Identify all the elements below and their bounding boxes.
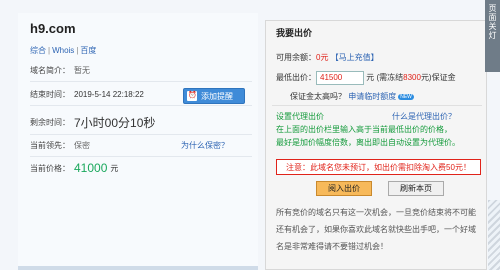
bottom-divider <box>18 266 258 270</box>
balance-line: 可用余额：0元 【马上充值】 <box>276 52 379 63</box>
price-label: 当前价格： <box>30 163 70 173</box>
proxy-desc-1: 在上面的出价栏里输入高于当前最低出价的价格， <box>276 125 452 134</box>
side-tab-char: 灯 <box>488 31 497 40</box>
domain-links: 综合 | Whois | 百度 <box>30 45 96 56</box>
current-price: 41000 <box>74 161 108 175</box>
refresh-button[interactable]: 刷新本页 <box>388 181 444 196</box>
leader-value: 保密 <box>74 141 90 150</box>
balance-label: 可用余额： <box>276 53 316 62</box>
link-separator: | <box>76 46 79 55</box>
clock-icon: ⏰ <box>187 91 197 101</box>
row-price: 当前价格： 41000 元 <box>30 157 252 179</box>
freeze-value: 8300 <box>403 73 421 83</box>
auction-note: 所有竞价的域名只有这一次机会，一旦竞价结束将不可能还有机会了，如果你喜欢此域名就… <box>276 208 476 251</box>
end-time-label: 结束时间： <box>30 90 70 99</box>
temp-quota-link[interactable]: 申请临时额度 <box>348 92 396 101</box>
deposit-question: 保证金太高吗？ <box>290 92 346 101</box>
proxy-label: 设置代理出价 <box>276 112 324 121</box>
why-secret-link[interactable]: 为什么保密？ <box>181 140 229 151</box>
row-remaining: 剩余时间： 7小时00分10秒 <box>30 110 252 135</box>
min-bid-line: 最低出价： 41500 元 (需冻结8300元)保证金 <box>276 71 456 85</box>
freeze-suffix: 元)保证金 <box>420 73 456 83</box>
end-time-value: 2019-5-14 22:18:22 <box>74 90 144 99</box>
domain-title: h9.com <box>30 21 76 36</box>
page: h9.com 综合 | Whois | 百度 域名简介： 暂无 结束时间： 2019-5… <box>0 0 500 270</box>
countdown-timer: 7小时00分10秒 <box>74 115 156 130</box>
decorative-hatch <box>488 200 500 270</box>
link-separator: | <box>48 46 51 55</box>
balance-value: 0元 <box>316 53 329 62</box>
bid-panel: 我要出价 可用余额：0元 【马上充值】 最低出价： 41500 元 (需冻结830… <box>265 20 487 270</box>
intro-label: 域名简介： <box>30 66 70 75</box>
leader-label: 当前领先： <box>30 141 70 150</box>
intro-value: 暂无 <box>74 66 90 75</box>
recharge-link[interactable]: 【马上充值】 <box>331 53 379 62</box>
side-tab-char: 面 <box>488 13 497 22</box>
new-badge: NEW <box>398 93 414 100</box>
divider <box>272 105 482 106</box>
price-unit: 元 <box>110 163 119 173</box>
add-reminder-button[interactable]: ⏰ 添加提醒 <box>183 88 245 104</box>
row-intro: 域名简介： 暂无 <box>30 60 252 82</box>
notice-box: 注意：此域名您未预订，如出价需扣除淘入费50元！ <box>276 159 481 175</box>
deposit-line: 保证金太高吗？ 申请临时额度 NEW <box>290 91 414 102</box>
link-whois[interactable]: Whois <box>52 46 74 55</box>
bid-unit: 元 <box>366 73 375 83</box>
side-tab-char: 页 <box>488 4 497 13</box>
light-toggle-tab[interactable]: 页 面 关 灯 <box>485 0 500 72</box>
link-baidu[interactable]: 百度 <box>80 46 96 55</box>
proxy-desc-2: 最好是加价幅度倍数，离出即出自动设置为代理价。 <box>276 138 460 147</box>
min-bid-label: 最低出价： <box>276 73 316 83</box>
side-tab-char: 关 <box>488 22 497 31</box>
place-bid-button[interactable]: 阅入出价 <box>316 181 372 196</box>
remaining-label: 剩余时间： <box>30 117 70 127</box>
bid-panel-title: 我要出价 <box>276 28 313 38</box>
link-overview[interactable]: 综合 <box>30 46 46 55</box>
add-reminder-label: 添加提醒 <box>201 91 233 101</box>
bid-input[interactable]: 41500 <box>316 71 364 85</box>
freeze-prefix: (需冻结 <box>376 73 404 83</box>
proxy-question-link[interactable]: 什么是代理出价？ <box>392 111 456 122</box>
